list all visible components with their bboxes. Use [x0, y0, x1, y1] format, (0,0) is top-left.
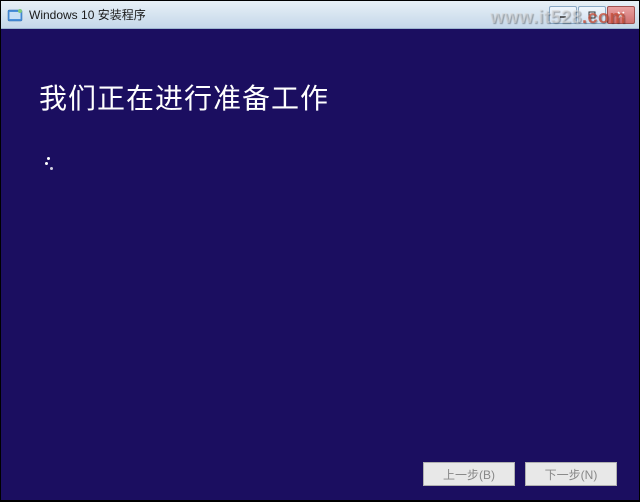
- titlebar[interactable]: Windows 10 安装程序: [1, 1, 639, 29]
- close-button[interactable]: [607, 6, 635, 24]
- maximize-button[interactable]: [578, 6, 606, 24]
- next-button[interactable]: 下一步(N): [525, 462, 617, 486]
- window-controls: [549, 6, 635, 24]
- window-title: Windows 10 安装程序: [29, 6, 549, 23]
- content-area: 我们正在进行准备工作 上一步(B) 下一步(N): [1, 29, 639, 500]
- page-heading: 我们正在进行准备工作: [39, 77, 601, 117]
- window-frame: Windows 10 安装程序 我们正在进行准备工作 上一步(B) 下一步(N): [1, 1, 639, 500]
- minimize-button[interactable]: [549, 6, 577, 24]
- loading-spinner-icon: [45, 155, 65, 175]
- back-button[interactable]: 上一步(B): [423, 462, 515, 486]
- spinner-area: [39, 155, 601, 175]
- app-icon: [7, 7, 23, 23]
- footer-buttons: 上一步(B) 下一步(N): [423, 462, 617, 486]
